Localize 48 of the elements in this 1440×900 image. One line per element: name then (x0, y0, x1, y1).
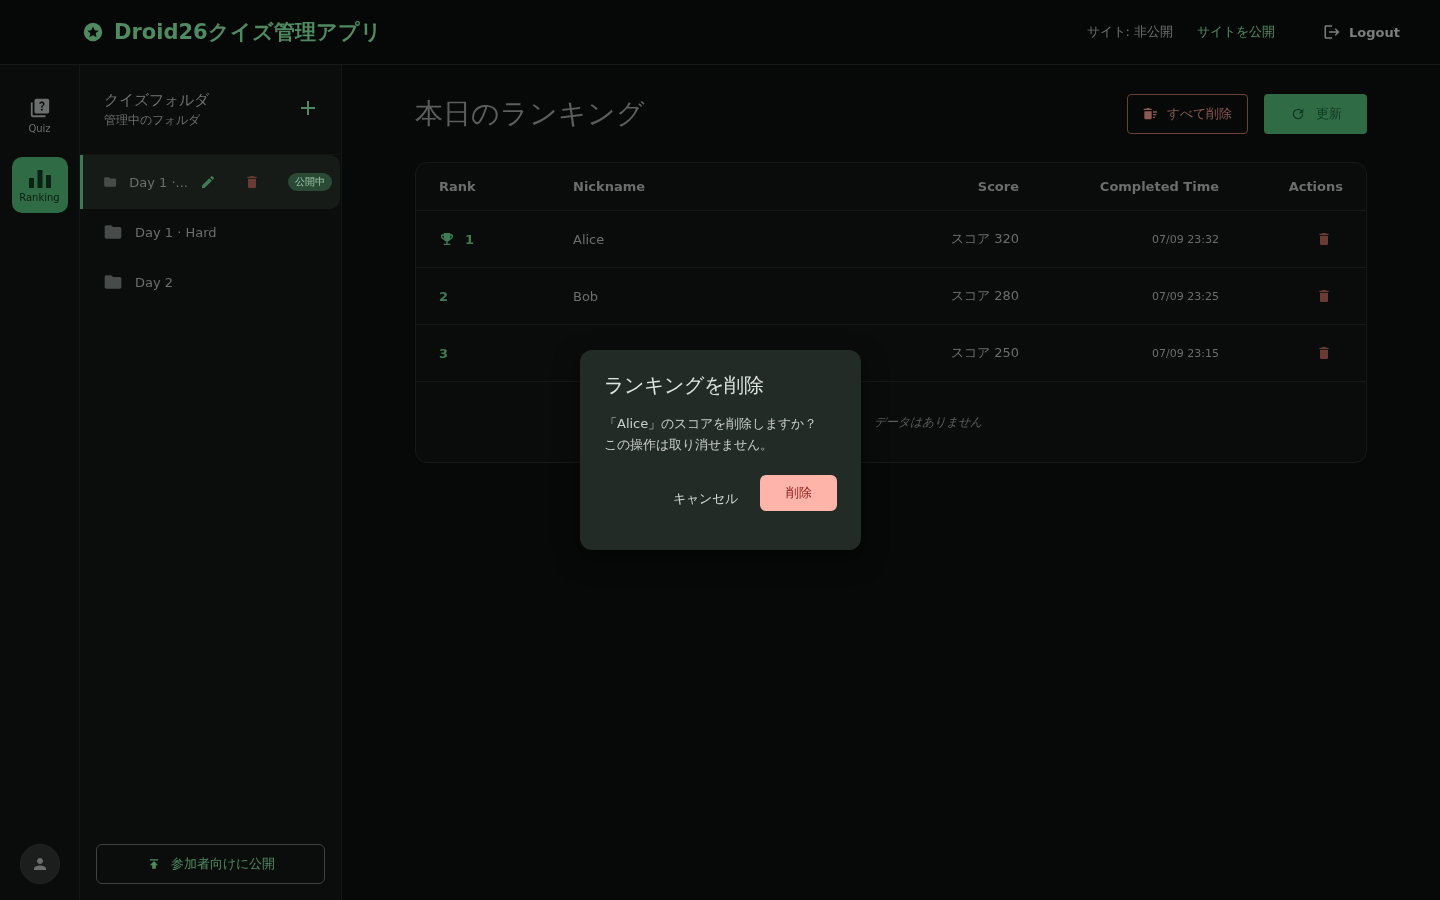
folder-item[interactable]: Day 1 ·... 公開中 (80, 155, 340, 209)
delete-all-button[interactable]: すべて削除 (1127, 94, 1248, 134)
quiz-icon (28, 96, 51, 119)
folder-icon (103, 273, 123, 291)
confirm-delete-button[interactable]: 削除 (760, 475, 837, 511)
publish-button[interactable]: 参加者向けに公開 (96, 844, 325, 884)
cancel-button[interactable]: キャンセル (665, 484, 746, 514)
dialog-title: ランキングを削除 (604, 372, 765, 399)
published-badge: 公開中 (288, 173, 332, 191)
publish-site-link[interactable]: サイトを公開 (1197, 23, 1276, 41)
time-cell-text: 07/09 23:25 (1151, 289, 1220, 303)
site-status: サイト: 非公開 (1086, 23, 1174, 41)
column-header: Actions (1287, 179, 1344, 194)
dialog-message: 「Alice」のスコアを削除しますか？ この操作は取り消せません。 (604, 415, 819, 454)
nickname-cell-text: Bob (573, 288, 600, 304)
folder-name: Day 2 (135, 274, 175, 290)
column-header: Nickname (573, 179, 647, 194)
column-header: Completed Time (1098, 179, 1220, 194)
nickname-cell-text: Alice (573, 231, 606, 247)
trash-icon (1316, 345, 1332, 361)
score-cell-text: スコア 320 (950, 230, 1020, 248)
column-header: Score (976, 179, 1020, 194)
empty-message: データはありません (874, 413, 982, 431)
nav-item[interactable]: Ranking (11, 157, 68, 213)
score-cell-text: スコア 250 (950, 344, 1020, 362)
page-title: 本日のランキング (415, 96, 646, 132)
trash-icon (1316, 231, 1332, 247)
app-title: Droid26クイズ管理アプリ (114, 19, 382, 46)
trash-icon (1316, 288, 1332, 304)
column-header: Rank (439, 179, 477, 194)
edit-button[interactable] (200, 174, 216, 190)
folders-subtitle: 管理中のフォルダ (104, 111, 201, 129)
avatar-icon[interactable] (19, 844, 60, 884)
rank-number: 1 (465, 231, 475, 247)
nav-item[interactable]: Quiz (11, 87, 68, 143)
folder-name: Day 1 · Hard (135, 224, 218, 240)
bar-chart-icon (28, 167, 51, 188)
logout-button[interactable]: Logout (1323, 23, 1400, 41)
time-cell-text: 07/09 23:15 (1151, 346, 1220, 360)
folder-name: Day 1 ·... (129, 174, 188, 190)
time-cell-text: 07/09 23:32 (1151, 232, 1220, 246)
trash-list-icon (1143, 107, 1159, 121)
score-cell-text: スコア 280 (950, 287, 1020, 305)
logout-icon (1323, 23, 1342, 41)
rank-number: 3 (439, 345, 449, 361)
folder-icon (103, 223, 123, 241)
rank-number: 2 (439, 288, 449, 304)
folders-title: クイズフォルダ (104, 90, 210, 110)
